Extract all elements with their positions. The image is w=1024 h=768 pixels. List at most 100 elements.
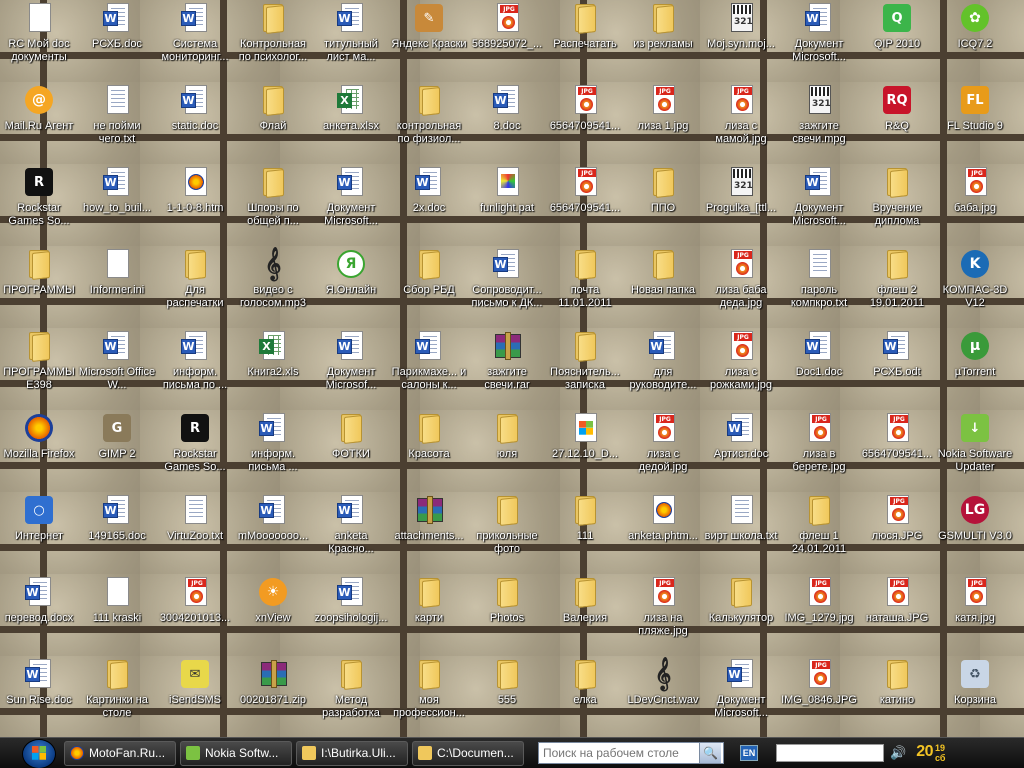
desktop-icon[interactable]: JPG катя.jpg	[936, 576, 1014, 656]
desktop-icon[interactable]: W Сопроводит... письмо к ДК...	[468, 248, 546, 328]
desktop-icon[interactable]: R Rockstar Games So...	[0, 166, 78, 246]
desktop-icon[interactable]: Валерия	[546, 576, 624, 656]
desktop-icon[interactable]: Xанкета.xlsx	[312, 84, 390, 164]
desktop-icon[interactable]: 111	[546, 494, 624, 574]
desktop-icon[interactable]: ☀ xnView	[234, 576, 312, 656]
desktop-icon[interactable]: JPG 6564709541...	[546, 166, 624, 246]
desktop-icon[interactable]: W 2x.doc	[390, 166, 468, 246]
taskbar-button-butirka-folder[interactable]: I:\Butirka.Uli...	[296, 740, 408, 766]
desktop-icon[interactable]: из рекламы	[624, 2, 702, 82]
desktop-icon[interactable]: W Sun Rise.doc	[0, 658, 78, 738]
desktop-icon[interactable]: Q QIP 2010	[858, 2, 936, 82]
desktop-icon[interactable]: ♻ Корзина	[936, 658, 1014, 738]
desktop-icon[interactable]: JPG лиза в берете.jpg	[780, 412, 858, 492]
desktop-icon[interactable]: ✎ Яндекс Краски	[390, 2, 468, 82]
desktop-icon[interactable]: W Артист.doc	[702, 412, 780, 492]
desktop-icon[interactable]: Сбор РБД	[390, 248, 468, 328]
desktop-icon[interactable]: JPG 6564709541...	[858, 412, 936, 492]
desktop-icon[interactable]: anketa.phtm...	[624, 494, 702, 574]
desktop-icon[interactable]: ↓ Nokia Software Updater	[936, 412, 1014, 492]
desktop-icon[interactable]: LG GSMULTI V3.0	[936, 494, 1014, 574]
taskbar-button-documents-folder[interactable]: C:\Documen...	[412, 740, 524, 766]
desktop-icon[interactable]: Wинформ. письма ...	[234, 412, 312, 492]
desktop-icon[interactable]: JPG лиза баба деда.jpg	[702, 248, 780, 328]
desktop-icon[interactable]: 𝄞 видео с голосом.mp3	[234, 247, 312, 328]
desktop-icon[interactable]: Wдля руководите...	[624, 330, 702, 410]
desktop-icon[interactable]: Красота	[390, 412, 468, 492]
desktop-icon[interactable]: VirtuZoo.txt	[156, 494, 234, 574]
desktop-icon[interactable]: ✉ iSendSMS	[156, 658, 234, 738]
desktop-icon[interactable]: Informer.ini	[78, 248, 156, 328]
desktop-icon[interactable]: X Книга2.xls	[234, 330, 312, 410]
desktop-icon[interactable]: Photos	[468, 576, 546, 656]
desktop-icon[interactable]: зажгите свечи.rar	[468, 330, 546, 410]
language-indicator[interactable]: EN	[740, 745, 758, 761]
desktop-icon[interactable]: RC Мой doc документы	[0, 2, 78, 82]
desktop-icon[interactable]: FL FL Studio 9	[936, 84, 1014, 164]
desktop-icon[interactable]: attachments...	[390, 494, 468, 574]
desktop-icon[interactable]: W РСХБ.doc	[78, 2, 156, 82]
desktop-icon[interactable]: 27.12.10_D...	[546, 412, 624, 492]
volume-icon[interactable]: 🔊	[890, 745, 906, 761]
desktop-icon[interactable]: Я Я.Онлайн	[312, 248, 390, 328]
taskbar-button-nokia[interactable]: Nokia Softw...	[180, 740, 292, 766]
desktop-icon[interactable]: 1-1-0-8.htm	[156, 166, 234, 246]
desktop-icon[interactable]: K КОМПАС-3D V12	[936, 248, 1014, 328]
desktop-icon[interactable]: ○ Интернет	[0, 494, 78, 574]
desktop-icon[interactable]: JPG баба.jpg	[936, 166, 1014, 246]
desktop-icon[interactable]: прикольные фото	[468, 494, 546, 574]
desktop-icon[interactable]: Wперевод.docx	[0, 576, 78, 656]
desktop-icon[interactable]: флеш 1 24.01.2011	[780, 494, 858, 574]
desktop-icon[interactable]: Новая папка	[624, 248, 702, 328]
desktop-icon[interactable]: Для распечатки	[156, 248, 234, 328]
desktop-icon[interactable]: Калькулятор	[702, 576, 780, 656]
desktop-icon[interactable]: JPG 6564709541...	[546, 84, 624, 164]
desktop-icon[interactable]: юля	[468, 412, 546, 492]
desktop-icon[interactable]: W Парикмахе... и салоны к...	[390, 330, 468, 410]
desktop-icon[interactable]: W Microsoft Office W...	[78, 330, 156, 410]
desktop-icon[interactable]: ПРОГРАММЫ	[0, 248, 78, 328]
desktop-icon[interactable]: W 149165.doc	[78, 494, 156, 574]
desktop-icon[interactable]: Wstatic.doc	[156, 84, 234, 164]
desktop-icon[interactable]: не пойми чего.txt	[78, 84, 156, 164]
desktop-icon[interactable]: 00201871.zip	[234, 658, 312, 738]
desktop-icon[interactable]: ФОТКИ	[312, 412, 390, 492]
desktop-icon[interactable]: Метод разработка	[312, 658, 390, 738]
desktop-icon[interactable]: Wzoopsihologij...	[312, 576, 390, 656]
taskbar-button-motofan[interactable]: MotoFan.Ru...	[64, 740, 176, 766]
desktop-icon[interactable]: μ µTorrent	[936, 330, 1014, 410]
desktop-icon[interactable]: W 8.doc	[468, 84, 546, 164]
desktop-icon[interactable]: JPG лиза с мамой.jpg	[702, 84, 780, 164]
desktop-icon[interactable]: W Документ Microsoft...	[312, 166, 390, 246]
desktop-icon[interactable]: W Документ Microsoft...	[780, 166, 858, 246]
desktop-icon[interactable]: карти	[390, 576, 468, 656]
desktop-icon[interactable]: RQ R&Q	[858, 84, 936, 164]
desktop-icon[interactable]: флеш 2 19.01.2011	[858, 248, 936, 328]
desktop-icon[interactable]: Вручение диплома	[858, 166, 936, 246]
desktop-icon[interactable]: Картинки на столе	[78, 658, 156, 738]
desktop-icon[interactable]: ПРОГРАММЫ E398	[0, 330, 78, 410]
desktop-icon[interactable]: Контрольная по психолог...	[234, 2, 312, 82]
desktop-icon[interactable]: 321 зажгите свечи.mpg	[780, 84, 858, 164]
desktop-icon[interactable]: пароль компкро.txt	[780, 248, 858, 328]
desktop-icon[interactable]: 555	[468, 658, 546, 738]
desktop-icon[interactable]: WmMooooooo...	[234, 494, 312, 574]
desktop-icon[interactable]: JPG IMG_0846.JPG	[780, 658, 858, 738]
desktop-icon[interactable]: JPG лиза 1.jpg	[624, 84, 702, 164]
desktop-icon[interactable]: ППО	[624, 166, 702, 246]
desktop-icon[interactable]: funlight.pat	[468, 166, 546, 246]
desktop-icon[interactable]: W Документ Microsoft...	[702, 658, 780, 738]
desktop-icon[interactable]: вирт школа.txt	[702, 494, 780, 574]
desktop-search-input[interactable]	[539, 746, 699, 760]
desktop-icon[interactable]: Whow_to_buil...	[78, 166, 156, 246]
desktop-icon[interactable]: JPG лиза с дедой.jpg	[624, 412, 702, 492]
desktop-icon[interactable]: Распечатать	[546, 2, 624, 82]
desktop-icon[interactable]: Wинформ. письма по ...	[156, 330, 234, 410]
desktop-icon[interactable]: G GIMP 2	[78, 412, 156, 492]
desktop-icon[interactable]: Пояснитель... записка	[546, 330, 624, 410]
desktop-icon[interactable]: W Система мониторинг...	[156, 2, 234, 82]
desktop-icon[interactable]: JPG лиза на пляже.jpg	[624, 576, 702, 656]
desktop-icon[interactable]: Mozilla Firefox	[0, 412, 78, 492]
desktop-icon[interactable]: 111 kraski	[78, 576, 156, 656]
desktop-icon[interactable]: W Документ Microsoft...	[780, 2, 858, 82]
